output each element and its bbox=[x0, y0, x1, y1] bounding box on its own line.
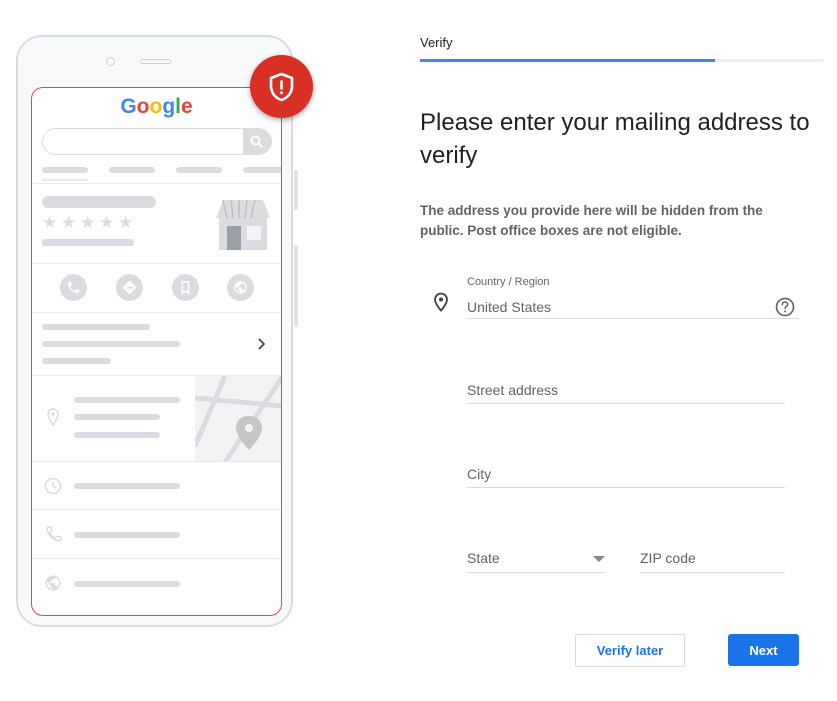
country-underline bbox=[467, 318, 799, 319]
mock-tab bbox=[176, 167, 222, 173]
street-address-input[interactable]: Street address bbox=[467, 382, 558, 398]
country-select[interactable]: United States bbox=[467, 299, 551, 315]
dropdown-caret-icon[interactable] bbox=[593, 556, 605, 562]
page-title: Please enter your mailing address to ver… bbox=[420, 109, 810, 169]
mock-text-line bbox=[74, 581, 180, 587]
mock-text-line bbox=[74, 397, 180, 403]
mock-text-line bbox=[74, 432, 160, 438]
mock-category bbox=[42, 239, 134, 246]
country-label: Country / Region bbox=[467, 276, 550, 288]
phone-screen: Google ★ ★ ★ ★ ★ bbox=[31, 87, 282, 616]
mock-search-bar bbox=[42, 128, 272, 155]
verify-later-button[interactable]: Verify later bbox=[575, 634, 685, 667]
storefront-icon bbox=[216, 199, 270, 250]
phone-side-button bbox=[294, 170, 298, 210]
progress-bar bbox=[420, 59, 824, 62]
mock-text-line bbox=[42, 341, 180, 347]
logo-letter: e bbox=[180, 95, 193, 118]
next-button[interactable]: Next bbox=[728, 634, 799, 666]
divider bbox=[32, 558, 281, 559]
page-description: The address you provide here will be hid… bbox=[420, 203, 763, 238]
logo-letter: G bbox=[120, 95, 137, 118]
divider bbox=[32, 263, 281, 264]
star-icon: ★ bbox=[118, 213, 134, 232]
location-pin-icon bbox=[434, 292, 448, 312]
mock-tab bbox=[42, 167, 88, 173]
logo-letter: o bbox=[136, 95, 150, 118]
city-underline bbox=[467, 487, 785, 488]
street-underline bbox=[467, 403, 785, 404]
help-circle-icon[interactable] bbox=[775, 297, 795, 317]
divider bbox=[32, 312, 281, 313]
mock-text-line bbox=[42, 358, 111, 364]
phone-camera bbox=[106, 57, 115, 66]
city-input[interactable]: City bbox=[467, 466, 491, 482]
phone-side-button bbox=[294, 245, 298, 327]
bookmark-icon bbox=[172, 274, 199, 301]
divider bbox=[32, 509, 281, 510]
star-icon: ★ bbox=[99, 213, 115, 232]
phone-illustration: Google ★ ★ ★ ★ ★ bbox=[16, 35, 293, 627]
step-tab-verify: Verify bbox=[420, 35, 453, 50]
search-icon bbox=[243, 129, 271, 154]
mock-tab bbox=[109, 167, 155, 173]
progress-fill bbox=[420, 59, 715, 62]
mock-text-line bbox=[74, 414, 160, 420]
star-icon: ★ bbox=[61, 213, 77, 232]
state-select[interactable]: State bbox=[467, 550, 500, 566]
state-underline bbox=[467, 572, 605, 573]
chevron-right-icon bbox=[258, 338, 266, 350]
google-logo: Google bbox=[32, 95, 281, 119]
phone-speaker bbox=[140, 59, 171, 64]
globe-icon bbox=[45, 575, 61, 591]
divider bbox=[32, 461, 281, 462]
mock-text-line bbox=[74, 532, 180, 538]
mock-tab-indicator bbox=[42, 179, 88, 181]
globe-icon bbox=[227, 274, 254, 301]
phone-icon bbox=[60, 274, 87, 301]
star-icon: ★ bbox=[80, 213, 96, 232]
zip-code-input[interactable]: ZIP code bbox=[640, 550, 696, 566]
clock-icon bbox=[44, 477, 62, 495]
zip-underline bbox=[640, 572, 785, 573]
phone-icon bbox=[46, 526, 62, 542]
mock-business-name bbox=[42, 196, 156, 208]
shield-alert-icon bbox=[250, 55, 313, 118]
mock-text-line bbox=[74, 483, 180, 489]
mock-tab bbox=[243, 167, 281, 173]
logo-letter: g bbox=[162, 95, 176, 118]
logo-letter: o bbox=[149, 95, 163, 118]
map-thumbnail bbox=[195, 376, 281, 462]
mock-text-line bbox=[42, 324, 150, 330]
map-pin-icon bbox=[47, 408, 59, 426]
star-icon: ★ bbox=[42, 213, 58, 232]
directions-icon bbox=[116, 274, 143, 301]
divider bbox=[32, 183, 281, 184]
